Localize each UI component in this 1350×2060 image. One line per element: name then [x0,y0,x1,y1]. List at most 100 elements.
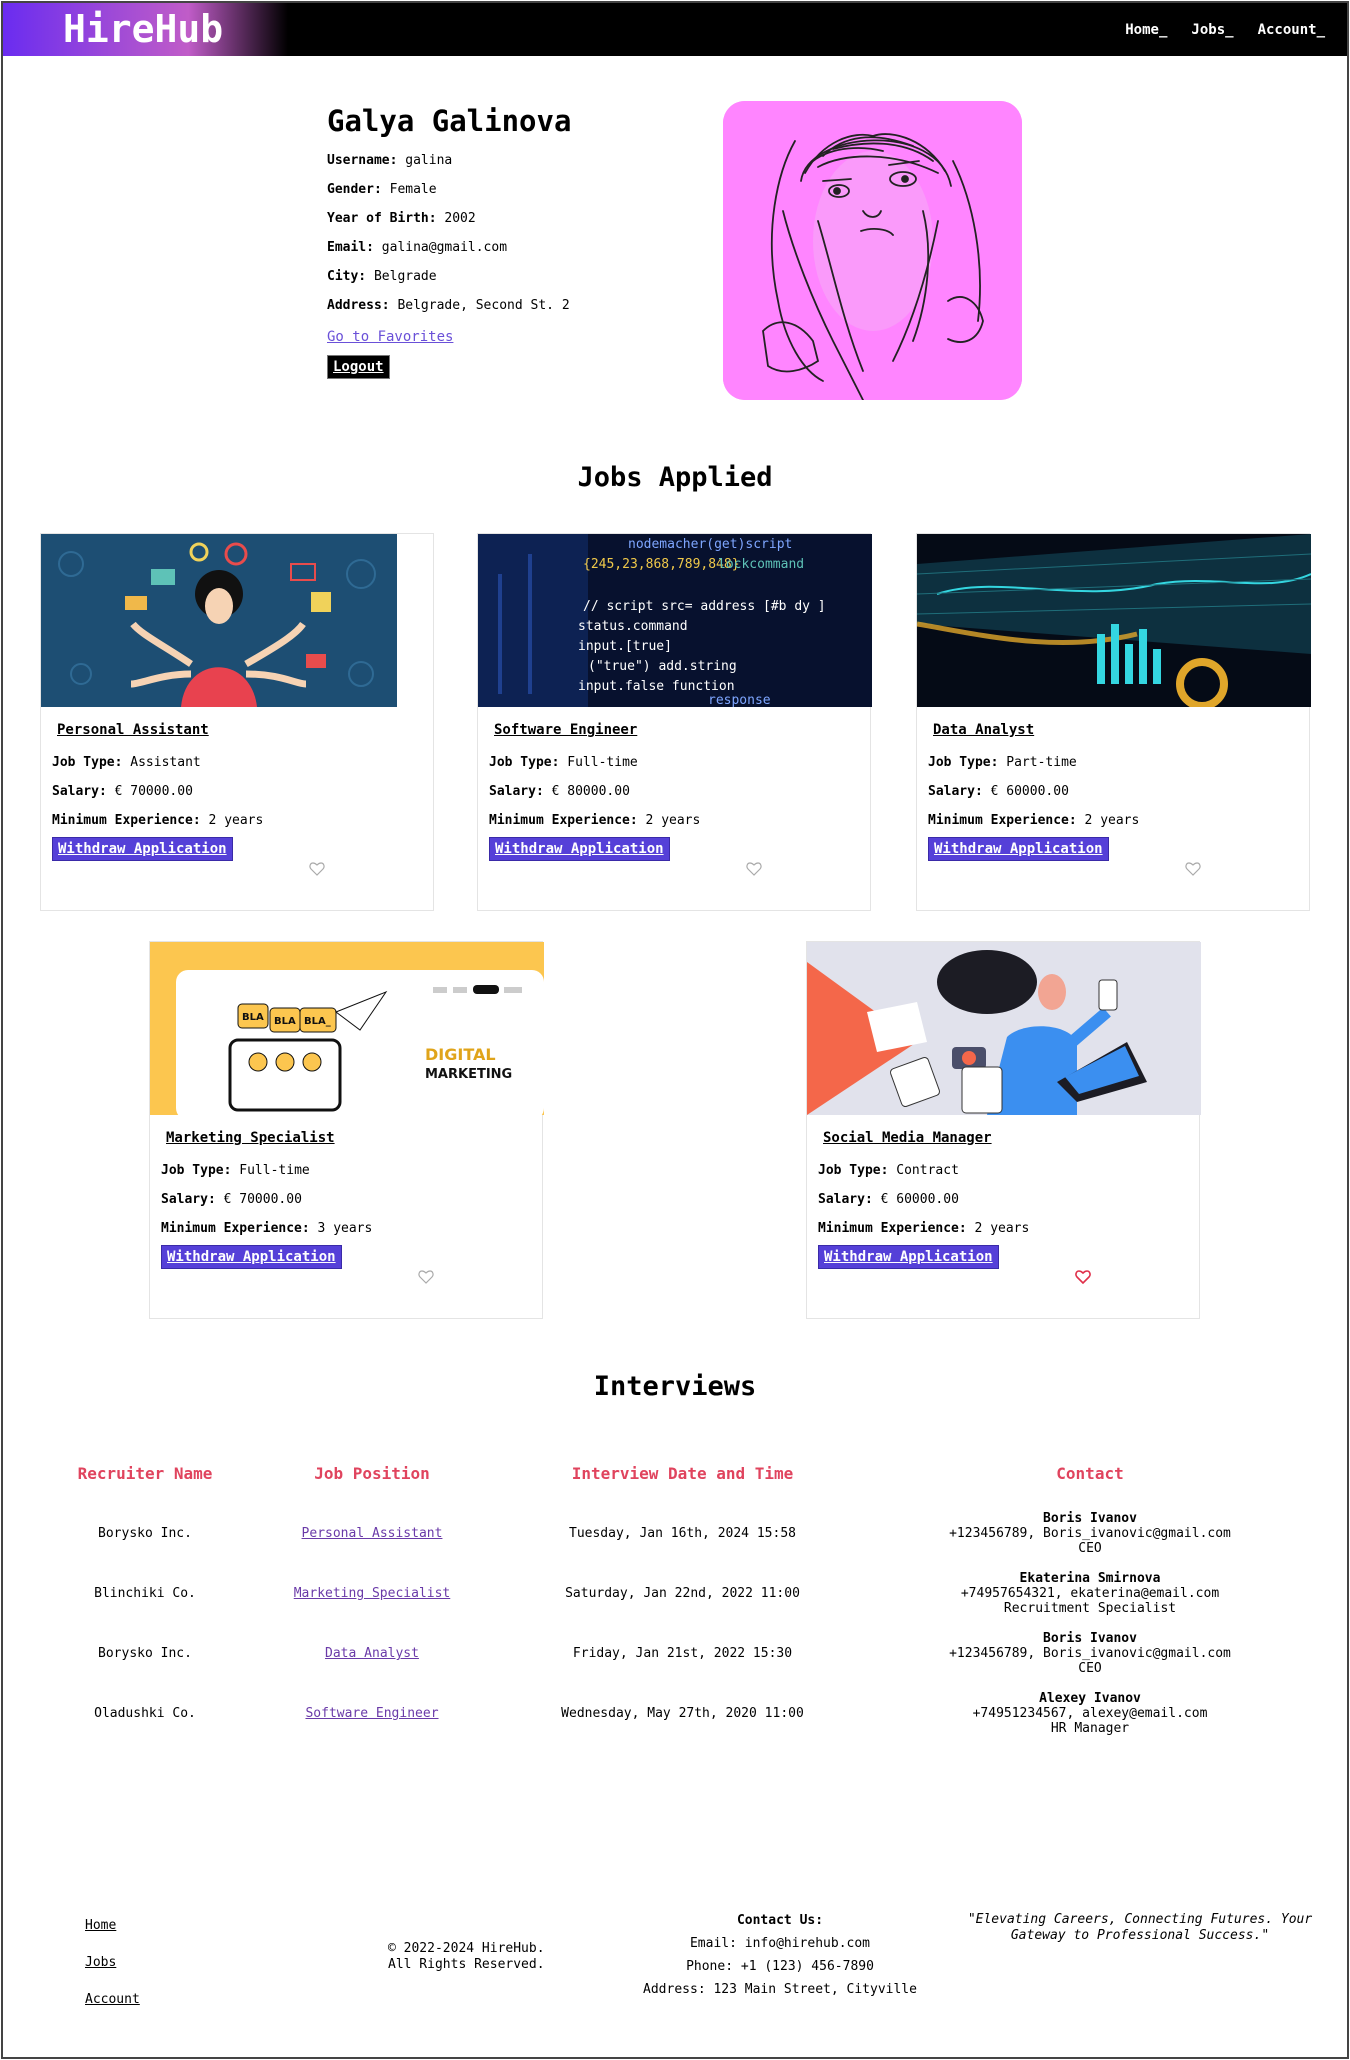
job-salary: Salary: € 70000.00 [52,784,193,799]
profile-address: Address: Belgrade, Second St. 2 [327,298,570,313]
svg-text:{245,23,868,789,848}: {245,23,868,789,848} [583,557,740,572]
job-title[interactable]: Software Engineer [494,722,637,738]
jobs-applied-title: Jobs Applied [577,462,773,493]
svg-text:input.[true]: input.[true] [578,639,672,654]
heart-icon[interactable] [309,861,325,876]
nav-links: Home_ Jobs_ Account_ [1125,3,1325,56]
svg-text:BLA: BLA [242,1012,264,1023]
footer-quote: "Elevating Careers, Connecting Futures. … [967,1912,1313,1943]
heart-icon[interactable] [746,861,762,876]
job-card-software-engineer: nodemacher(get)script {245,23,868,789,84… [477,533,872,911]
withdraw-application-button[interactable]: Withdraw Application [161,1245,342,1269]
navbar: HireHub Home_ Jobs_ Account_ [3,3,1347,56]
job-position-link: Marketing Specialist [293,1586,451,1601]
contact-cell: Boris Ivanov +123456789, Boris_ivanovic@g… [949,1511,1231,1556]
footer-contact: Contact Us: Email: info@hirehub.com Phon… [640,1909,920,2001]
job-card-social-media-manager: Social Media Manager Job Type: Contract … [806,941,1201,1319]
footer-link-account[interactable]: Account [85,1992,140,2007]
interview-datetime: Saturday, Jan 22nd, 2022 11:00 [565,1586,800,1601]
job-type: Job Type: Part-time [928,755,1077,770]
withdraw-application-button[interactable]: Withdraw Application [52,837,233,861]
nav-jobs[interactable]: Jobs_ [1191,22,1233,38]
job-type: Job Type: Full-time [489,755,638,770]
profile-year-of-birth: Year of Birth: 2002 [327,211,476,226]
copyright: © 2022-2024 HireHub. All Rights Reserved… [388,1941,545,1972]
heart-icon[interactable] [1185,861,1201,876]
job-position-link: Data Analyst [325,1646,419,1661]
job-card-personal-assistant: Personal Assistant Job Type: Assistant S… [40,533,434,911]
svg-text:// script src= address [#b dy: // script src= address [#b dy ] [583,599,826,614]
job-card-data-analyst: Data Analyst Job Type: Part-time Salary:… [916,533,1311,911]
job-type: Job Type: Contract [818,1163,959,1178]
nav-account[interactable]: Account_ [1258,22,1325,38]
contact-title: Contact Us: [736,1913,824,1928]
job-image-marketing-specialist: BLA BLA BLA_ DIGITAL MARKETING [150,942,544,1115]
withdraw-application-button[interactable]: Withdraw Application [928,837,1109,861]
heart-icon[interactable] [418,1269,434,1284]
svg-text:status.command: status.command [578,619,688,634]
profile-city: City: Belgrade [327,269,437,284]
recruiter-name: Borysko Inc. [98,1646,192,1661]
svg-text:("true") add.string: ("true") add.string [588,659,737,674]
job-title[interactable]: Social Media Manager [823,1130,992,1146]
svg-text:nodemacher(get)script: nodemacher(get)script [628,537,792,552]
job-salary: Salary: € 60000.00 [818,1192,959,1207]
interview-datetime: Tuesday, Jan 16th, 2024 15:58 [569,1526,796,1541]
nav-home[interactable]: Home_ [1125,22,1167,38]
job-image-social-media-manager [807,942,1201,1115]
job-title[interactable]: Marketing Specialist [166,1130,335,1146]
svg-text:DIGITAL: DIGITAL [425,1045,496,1064]
recruiter-name: Borysko Inc. [98,1526,192,1541]
contact-email: Email: info@hirehub.com [689,1936,870,1951]
contact-cell: Ekaterina Smirnova +74957654321, ekaterin… [960,1571,1220,1616]
profile-name: Galya Galinova [327,104,572,138]
job-experience: Minimum Experience: 3 years [161,1221,373,1236]
job-salary: Salary: € 80000.00 [489,784,630,799]
profile-email: Email: galina@gmail.com [327,240,508,255]
header-interview-datetime: Interview Date and Time [571,1464,794,1483]
contact-phone: Phone: +1 (123) 456-7890 [686,1959,874,1974]
interviews-title: Interviews [593,1371,757,1402]
favorites-link[interactable]: Go to Favorites [327,329,453,345]
withdraw-application-button[interactable]: Withdraw Application [489,837,670,861]
job-position-link: Personal Assistant [301,1526,443,1541]
header-contact: Contact [1056,1464,1124,1483]
profile-username: Username: galina [327,153,453,168]
contact-cell: Boris Ivanov +123456789, Boris_ivanovic@g… [949,1631,1231,1676]
job-image-data-analyst [917,534,1311,707]
svg-text:response: response [708,693,771,707]
job-salary: Salary: € 60000.00 [928,784,1069,799]
interview-datetime: Friday, Jan 21st, 2022 15:30 [572,1646,793,1661]
recruiter-name: Blinchiki Co. [94,1586,196,1601]
svg-text:BLA_: BLA_ [304,1016,331,1027]
job-experience: Minimum Experience: 2 years [818,1221,1030,1236]
svg-text:input.false function: input.false function [578,679,735,694]
svg-text:BLA: BLA [274,1016,296,1027]
withdraw-application-button[interactable]: Withdraw Application [818,1245,999,1269]
job-type: Job Type: Assistant [52,755,201,770]
job-type: Job Type: Full-time [161,1163,310,1178]
job-position-link: Software Engineer [305,1706,439,1721]
job-experience: Minimum Experience: 2 years [489,813,701,828]
contact-address: Address: 123 Main Street, Cityville [643,1982,917,1997]
job-image-software-engineer: nodemacher(get)script {245,23,868,789,84… [478,534,872,707]
avatar [723,101,1022,400]
logout-button[interactable]: Logout [327,355,390,379]
profile-gender: Gender: Female [327,182,437,197]
job-card-marketing-specialist: BLA BLA BLA_ DIGITAL MARKETING Marketing… [149,941,544,1319]
recruiter-name: Oladushki Co. [94,1706,196,1721]
job-title[interactable]: Data Analyst [933,722,1034,738]
svg-text:MARKETING: MARKETING [425,1067,512,1082]
footer-link-jobs[interactable]: Jobs [85,1955,140,1970]
heart-icon[interactable] [1075,1269,1091,1284]
logo[interactable]: HireHub [3,3,288,56]
footer-links: Home Jobs Account [85,1918,140,2029]
contact-cell: Alexey Ivanov +74951234567, alexey@email.… [972,1691,1208,1736]
interview-datetime: Wednesday, May 27th, 2020 11:00 [561,1706,804,1721]
profile-info: Galya Galinova Username: galina Gender: … [327,104,727,379]
header-recruiter-name: Recruiter Name [77,1464,213,1483]
footer-link-home[interactable]: Home [85,1918,140,1933]
job-image-personal-assistant [41,534,435,707]
header-job-position: Job Position [314,1464,430,1483]
job-title[interactable]: Personal Assistant [57,722,209,738]
